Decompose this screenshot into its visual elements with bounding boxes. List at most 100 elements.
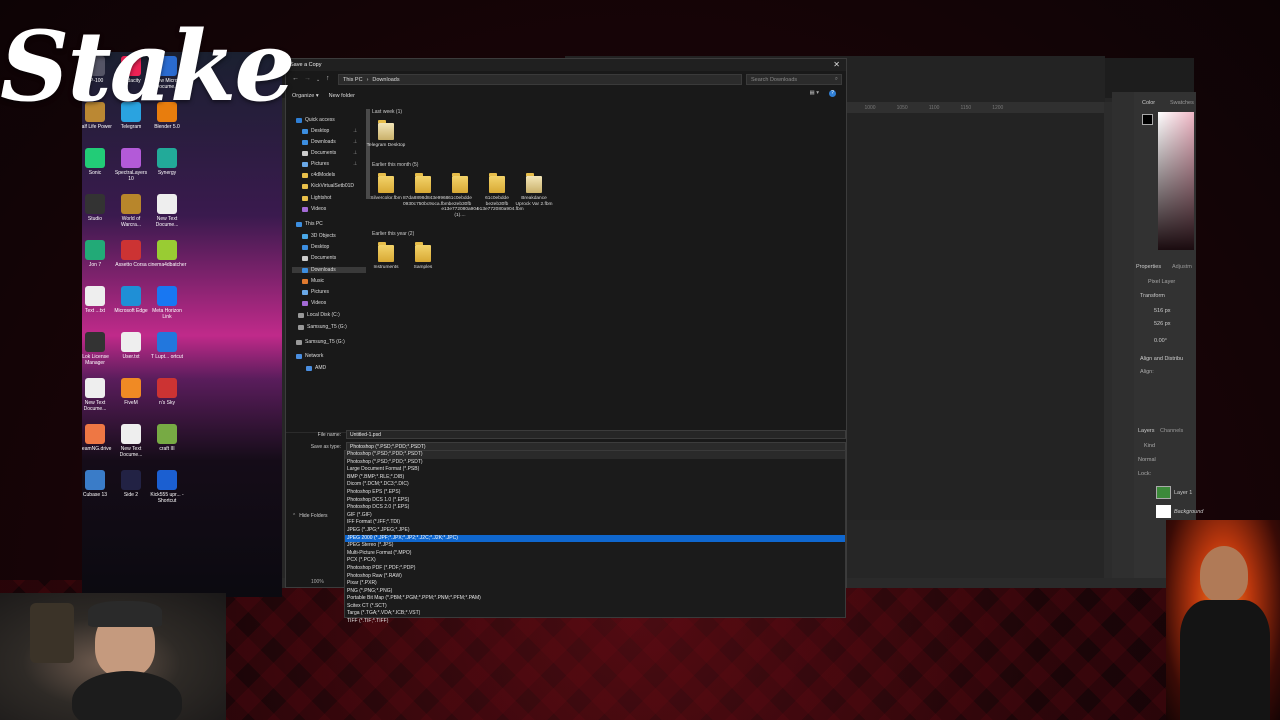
nav-item[interactable]: Downloads	[292, 267, 366, 273]
file-name-input[interactable]: Untitled-1.psd	[346, 430, 846, 439]
dropdown-option[interactable]: Pixar (*.PXR)	[345, 580, 845, 588]
nav-item[interactable]: Documents	[302, 150, 336, 156]
dropdown-option[interactable]: Photoshop DCS 1.0 (*.EPS)	[345, 497, 845, 505]
dropdown-option[interactable]: Photoshop PDF (*.PDF;*.PDP)	[345, 565, 845, 573]
dropdown-option[interactable]: Targa (*.TGA;*.VDA;*.ICB;*.VST)	[345, 610, 845, 618]
dropdown-option[interactable]: JPEG 2000 (*.JPF;*.JPX;*.JP2;*.J2C;*.J2K…	[345, 534, 845, 543]
file-item[interactable]: 61c0ebdde be2eb30fb e13e772080a904 (1)..…	[440, 173, 480, 218]
file-item[interactable]: Instruments	[366, 242, 406, 271]
tab-layers[interactable]: Layers	[1138, 428, 1155, 434]
search-input[interactable]: Search Downloads ⌕	[746, 74, 842, 85]
nav-item[interactable]: This PC	[296, 221, 323, 227]
foreground-color-swatch[interactable]	[1142, 114, 1153, 125]
desktop-icon[interactable]: Sonic	[82, 148, 114, 176]
nav-item[interactable]: Pictures	[302, 289, 329, 295]
group-header[interactable]: Last week (1)	[372, 109, 402, 115]
desktop-icon[interactable]: Microsoft Edge	[112, 286, 150, 314]
color-picker[interactable]	[1158, 112, 1194, 250]
nav-item[interactable]: Pictures	[302, 161, 329, 167]
dropdown-option[interactable]: GIF (*.GIF)	[345, 512, 845, 520]
file-item[interactable]: 87da8898d843e9968 0930c750bc9oca.fbm	[403, 173, 449, 207]
desktop-icon[interactable]: New Text Docume...	[148, 194, 186, 228]
dropdown-option[interactable]: Photoshop EPS (*.EPS)	[345, 489, 845, 497]
save-type-dropdown[interactable]: Photoshop (*.PSD;*.PDD;*.PSDT) Photoshop …	[344, 450, 846, 624]
desktop-icon[interactable]: Synergy	[148, 148, 186, 176]
breadcrumb-this-pc[interactable]: This PC	[343, 77, 363, 83]
dropdown-option[interactable]: Scitex CT (*.SCT)	[345, 603, 845, 611]
group-header[interactable]: Earlier this month (5)	[372, 162, 418, 168]
organize-button[interactable]: Organize ▾	[292, 93, 319, 99]
dropdown-current-value[interactable]: Photoshop (*.PSD;*.PDD;*.PSDT)	[345, 451, 845, 459]
layers-kind-filter[interactable]: Kind	[1144, 443, 1155, 449]
nav-item[interactable]: Videos	[302, 206, 326, 212]
desktop-icon[interactable]: FiveM	[112, 378, 150, 406]
dropdown-option[interactable]: JPEG (*.JPG;*.JPEG;*.JPE)	[345, 527, 845, 535]
tab-channels[interactable]: Channels	[1160, 428, 1183, 434]
desktop-icon[interactable]: cinema4dbatcher	[148, 240, 186, 268]
dropdown-option[interactable]: Portable Bit Map (*.PBM;*.PGM;*.PPM;*.PN…	[345, 595, 845, 603]
tab-swatches[interactable]: Swatches	[1170, 100, 1194, 106]
new-folder-button[interactable]: New folder	[329, 93, 355, 99]
hide-folders-button[interactable]: ⌃ Hide Folders	[292, 513, 328, 519]
nav-item[interactable]: Local Disk (C:)	[298, 312, 340, 318]
file-item[interactable]: Breakdance Uprock Var 2.fbm	[514, 173, 554, 207]
desktop-icon[interactable]: New Text Docume...	[82, 378, 114, 412]
desktop-icon[interactable]: Cubase 13	[82, 470, 114, 498]
desktop-icon[interactable]: Jon 7	[82, 240, 114, 268]
nav-item[interactable]: Lightshot	[302, 195, 331, 201]
nav-item[interactable]: Desktop	[302, 244, 329, 250]
nav-item[interactable]: Desktop	[302, 128, 329, 134]
desktop-icon[interactable]: User.txt	[112, 332, 150, 360]
dropdown-option[interactable]: Photoshop (*.PSD;*.PDD;*.PSDT)	[345, 459, 845, 467]
photoshop-scrollbar[interactable]	[1104, 102, 1112, 578]
desktop-icon[interactable]: New Text Docume...	[112, 424, 150, 458]
view-options-icon[interactable]: ▦ ▾	[810, 90, 820, 97]
desktop-icon[interactable]: Side 2	[112, 470, 150, 498]
desktop-icon[interactable]: World of Warcra...	[112, 194, 150, 228]
nav-item[interactable]: AMD	[306, 365, 326, 371]
address-bar[interactable]: This PC › Downloads	[338, 74, 742, 85]
desktop-icon[interactable]: iLok License Manager	[82, 332, 114, 366]
tab-color[interactable]: Color	[1142, 100, 1155, 106]
dropdown-option[interactable]: PNG (*.PNG;*.PNG)	[345, 588, 845, 596]
help-icon[interactable]: ?	[829, 90, 836, 97]
desktop-icon[interactable]: n's Sky	[148, 378, 186, 406]
background-layer-name[interactable]: Background	[1174, 509, 1203, 515]
nav-item[interactable]: Music	[302, 278, 324, 284]
breadcrumb-downloads[interactable]: Downloads	[372, 77, 399, 83]
angle-value[interactable]: 0.00°	[1154, 338, 1167, 344]
file-item[interactable]: Samples	[403, 242, 443, 271]
nav-item[interactable]: Videos	[302, 300, 326, 306]
dropdown-option[interactable]: Dicom (*.DCM;*.DC3;*.DIC)	[345, 481, 845, 489]
blend-mode[interactable]: Normal	[1138, 457, 1156, 463]
file-item[interactable]: Telegram Desktop	[366, 120, 406, 149]
nav-item[interactable]: Downloads	[302, 139, 336, 145]
nav-item[interactable]: Quick access	[296, 117, 335, 123]
dropdown-option[interactable]: Large Document Format (*.PSB)	[345, 466, 845, 474]
dropdown-option[interactable]: Photoshop Raw (*.RAW)	[345, 573, 845, 581]
layer1-name[interactable]: Layer 1	[1174, 490, 1192, 496]
nav-item[interactable]: Samsung_T5 (G:)	[298, 324, 347, 330]
group-header[interactable]: Earlier this year (2)	[372, 231, 414, 237]
file-item[interactable]: Silvercolor.fbm	[366, 173, 406, 202]
nav-item[interactable]: Network	[296, 353, 323, 359]
desktop-icon[interactable]: Assetto Corsa	[112, 240, 150, 268]
dropdown-option[interactable]: TIFF (*.TIF;*.TIFF)	[345, 618, 845, 626]
tab-properties[interactable]: Properties	[1136, 264, 1161, 270]
desktop-icon[interactable]: SpectraLayers 10	[112, 148, 150, 182]
desktop-icon[interactable]: Text ...txt	[82, 286, 114, 314]
desktop-icon[interactable]: Kick555 upr... - Shortcut	[148, 470, 186, 504]
nav-item[interactable]: KickVirtualSetb01D	[302, 183, 354, 189]
dropdown-option[interactable]: BMP (*.BMP;*.RLE;*.DIB)	[345, 474, 845, 482]
desktop-icon[interactable]: Studio	[82, 194, 114, 222]
dropdown-option[interactable]: IFF Format (*.IFF;*.TDI)	[345, 519, 845, 527]
close-icon[interactable]: ✕	[833, 60, 840, 69]
dropdown-option[interactable]: Photoshop DCS 2.0 (*.EPS)	[345, 504, 845, 512]
width-value[interactable]: 516 px	[1154, 308, 1171, 314]
nav-item[interactable]: Samsung_T5 (G:)	[296, 339, 345, 345]
nav-item[interactable]: 3D Objects	[302, 233, 336, 239]
height-value[interactable]: 526 px	[1154, 321, 1171, 327]
forward-arrow-icon[interactable]: →	[304, 75, 311, 82]
desktop-icon[interactable]: Meta Horizon Link	[148, 286, 186, 320]
desktop-icon[interactable]: craft III	[148, 424, 186, 452]
